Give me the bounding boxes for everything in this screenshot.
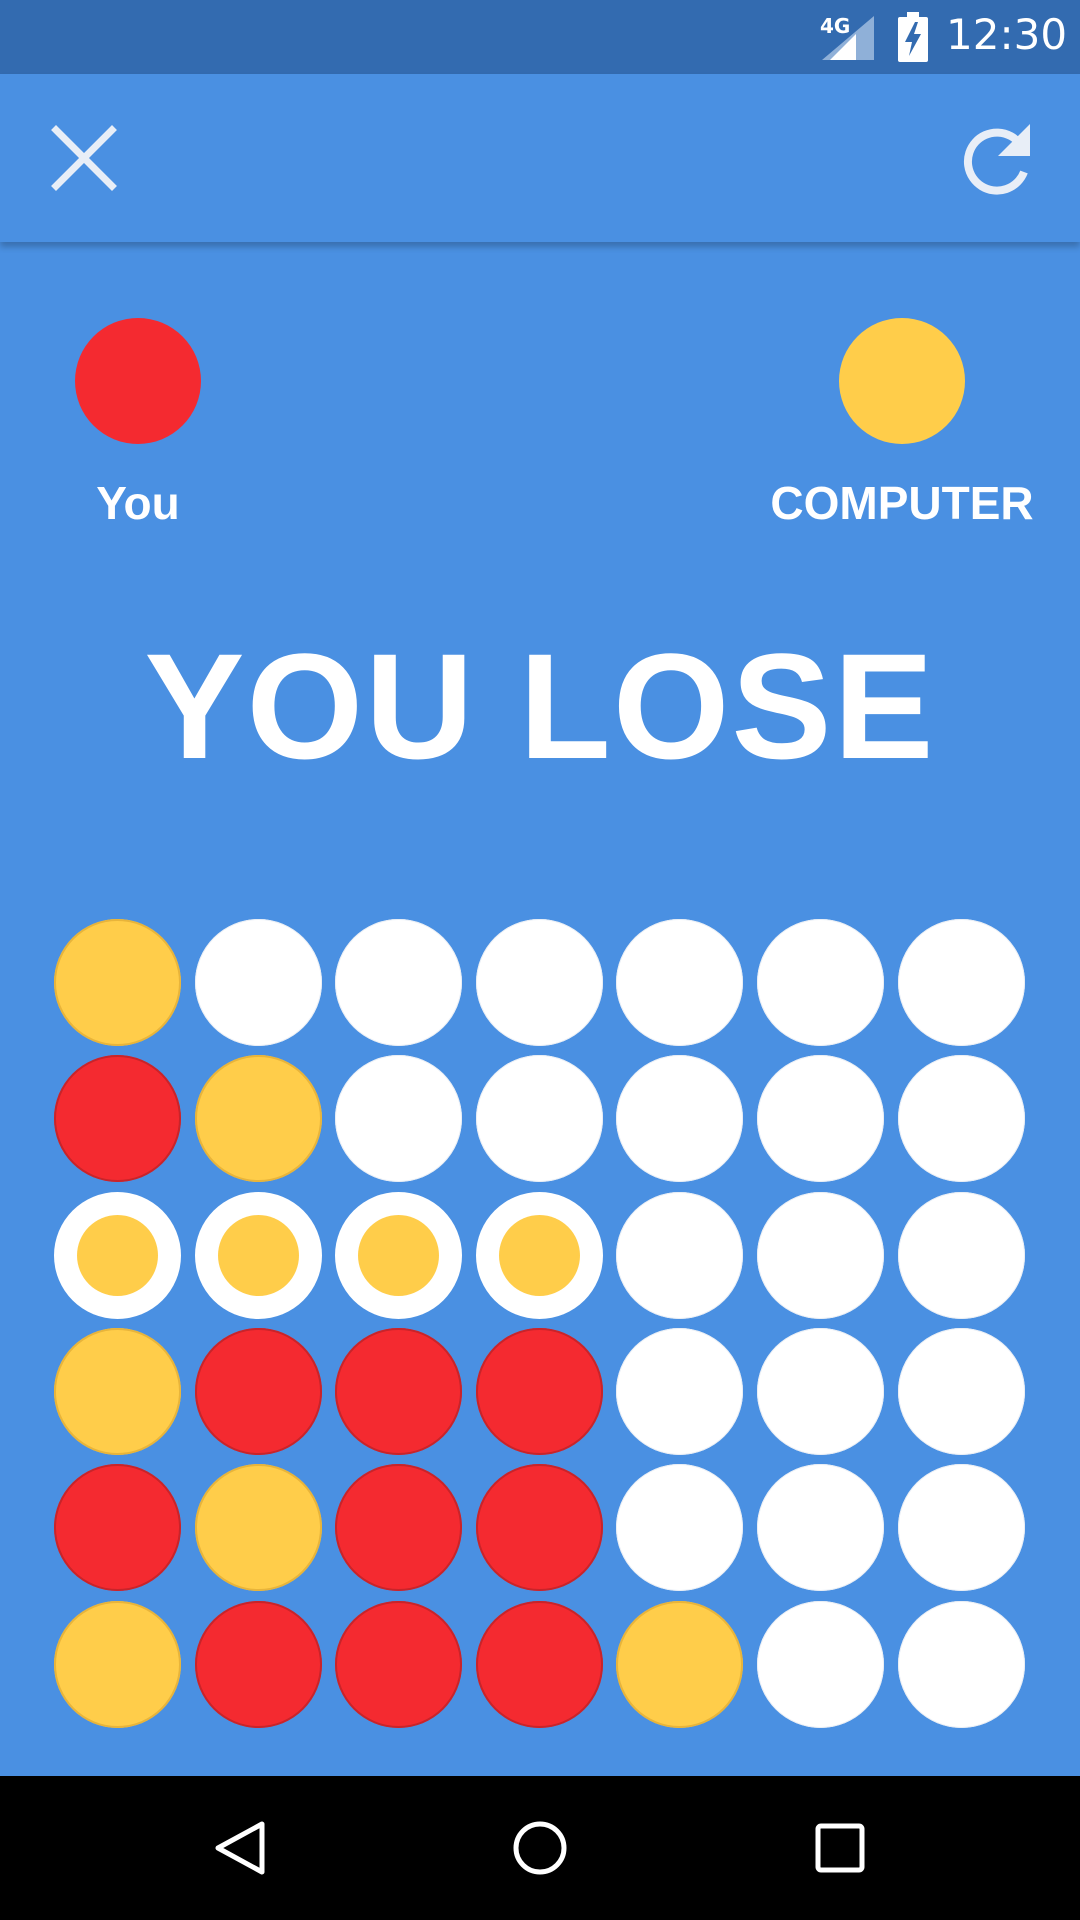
back-button[interactable]: [160, 1776, 320, 1920]
home-circle-icon: [513, 1821, 567, 1875]
network-type-label: 4G: [820, 14, 851, 38]
game-board: [54, 919, 1026, 1728]
board-cell-r6-c5[interactable]: [616, 1601, 743, 1728]
board-cell-r2-c4[interactable]: [476, 1055, 603, 1182]
player-computer-label: COMPUTER: [770, 477, 1034, 529]
close-button[interactable]: [40, 114, 128, 202]
player-computer: COMPUTER: [752, 318, 1052, 530]
board-cell-r4-c5[interactable]: [616, 1328, 743, 1455]
board-cell-r3-c4[interactable]: [476, 1192, 603, 1319]
board-cell-r5-c7[interactable]: [898, 1464, 1025, 1591]
board-cell-r1-c4[interactable]: [476, 919, 603, 1046]
player-you-disc: [75, 318, 201, 444]
player-you-label: You: [96, 477, 180, 529]
board-cell-r1-c3[interactable]: [335, 919, 462, 1046]
board-cell-r4-c7[interactable]: [898, 1328, 1025, 1455]
refresh-icon: [964, 124, 1030, 195]
player-computer-disc: [839, 318, 965, 444]
board-cell-r2-c7[interactable]: [898, 1055, 1025, 1182]
close-icon: [51, 125, 117, 191]
board-cell-r3-c6[interactable]: [757, 1192, 884, 1319]
board-cell-r4-c2[interactable]: [195, 1328, 322, 1455]
board-cell-r3-c3[interactable]: [335, 1192, 462, 1319]
board-cell-r6-c3[interactable]: [335, 1601, 462, 1728]
game-result-message: YOU LOSE: [144, 622, 936, 790]
board-cell-r3-c5[interactable]: [616, 1192, 743, 1319]
recents-square-icon: [815, 1823, 865, 1873]
board-cell-r5-c1[interactable]: [54, 1464, 181, 1591]
board-cell-r5-c2[interactable]: [195, 1464, 322, 1591]
board-cell-r2-c5[interactable]: [616, 1055, 743, 1182]
recents-button[interactable]: [760, 1776, 920, 1920]
board-cell-r4-c1[interactable]: [54, 1328, 181, 1455]
status-bar: 4G 12:30: [0, 0, 1080, 74]
board-cell-r5-c6[interactable]: [757, 1464, 884, 1591]
board-cell-r2-c3[interactable]: [335, 1055, 462, 1182]
battery-charging-icon: [898, 12, 928, 62]
board-cell-r2-c2[interactable]: [195, 1055, 322, 1182]
board-cell-r1-c1[interactable]: [54, 919, 181, 1046]
status-clock: 12:30: [946, 10, 1068, 59]
board-cell-r4-c6[interactable]: [757, 1328, 884, 1455]
board-cell-r6-c6[interactable]: [757, 1601, 884, 1728]
board-cell-r6-c7[interactable]: [898, 1601, 1025, 1728]
board-cell-r6-c1[interactable]: [54, 1601, 181, 1728]
board-cell-r3-c7[interactable]: [898, 1192, 1025, 1319]
board-cell-r1-c7[interactable]: [898, 919, 1025, 1046]
system-nav-bar: [0, 1776, 1080, 1920]
board-cell-r1-c2[interactable]: [195, 919, 322, 1046]
board-cell-r3-c1[interactable]: [54, 1192, 181, 1319]
board-cell-r6-c2[interactable]: [195, 1601, 322, 1728]
board-cell-r4-c3[interactable]: [335, 1328, 462, 1455]
board-cell-r4-c4[interactable]: [476, 1328, 603, 1455]
board-cell-r1-c5[interactable]: [616, 919, 743, 1046]
board-cell-r6-c4[interactable]: [476, 1601, 603, 1728]
board-cell-r2-c1[interactable]: [54, 1055, 181, 1182]
board-cell-r2-c6[interactable]: [757, 1055, 884, 1182]
back-triangle-icon: [215, 1821, 265, 1875]
board-cell-r1-c6[interactable]: [757, 919, 884, 1046]
restart-button[interactable]: [950, 114, 1042, 206]
board-cell-r3-c2[interactable]: [195, 1192, 322, 1319]
board-cell-r5-c4[interactable]: [476, 1464, 603, 1591]
player-you: You: [38, 318, 238, 530]
home-button[interactable]: [460, 1776, 620, 1920]
game-toolbar: [0, 74, 1080, 242]
board-cell-r5-c5[interactable]: [616, 1464, 743, 1591]
board-cell-r5-c3[interactable]: [335, 1464, 462, 1591]
